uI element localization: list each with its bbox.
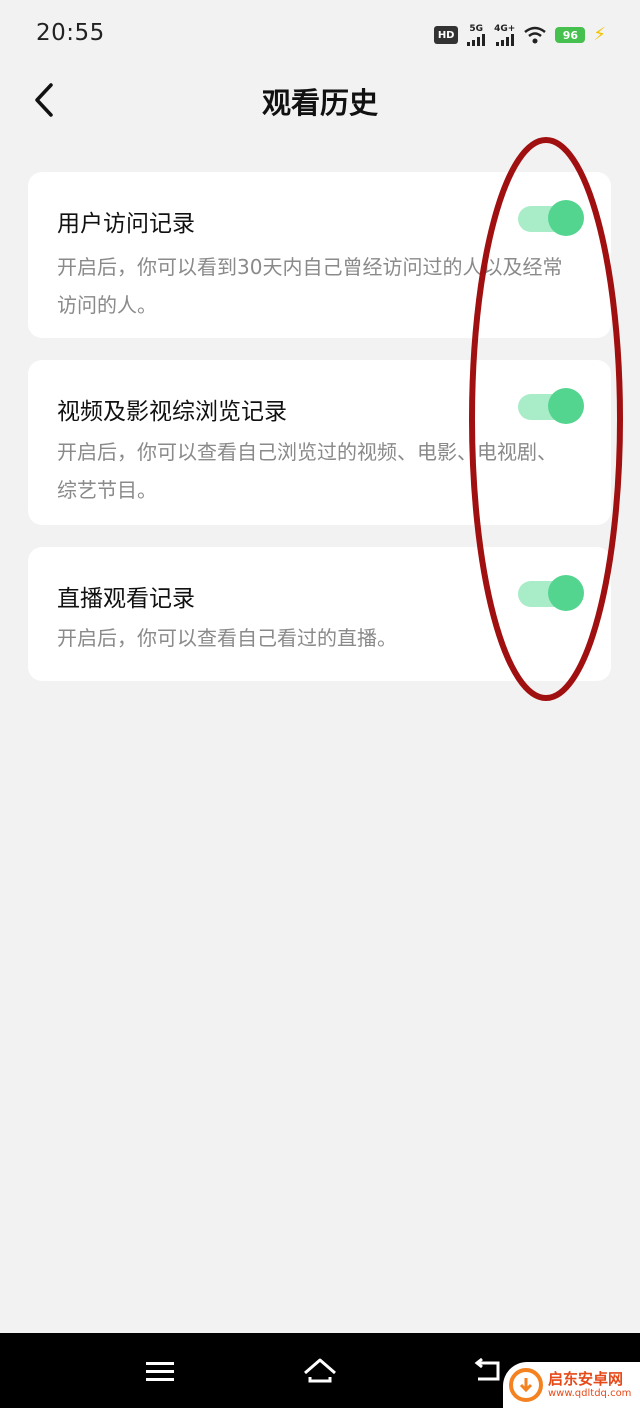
header: 观看历史 <box>0 70 640 130</box>
setting-card-user-visits: 用户访问记录 开启后，你可以看到30天内自己曾经访问过的人以及经常访问的人。 <box>28 172 611 338</box>
setting-title: 用户访问记录 <box>57 211 195 237</box>
toggle-live-history[interactable] <box>518 575 584 611</box>
watermark-name: 启东安卓网 <box>548 1370 624 1388</box>
home-icon <box>304 1358 336 1383</box>
menu-icon <box>146 1362 174 1381</box>
status-icons: HD 5G 4G+ 96 ⚡ <box>434 22 606 48</box>
setting-title: 直播观看记录 <box>57 586 195 612</box>
wifi-icon <box>524 26 547 44</box>
toggle-video-history[interactable] <box>518 388 584 424</box>
hd-icon: HD <box>434 26 459 44</box>
status-bar: 20:55 HD 5G 4G+ 96 ⚡ <box>0 0 640 70</box>
setting-card-live-history: 直播观看记录 开启后，你可以查看自己看过的直播。 <box>28 547 611 681</box>
setting-title: 视频及影视综浏览记录 <box>57 399 287 425</box>
setting-description: 开启后，你可以看到30天内自己曾经访问过的人以及经常访问的人。 <box>57 255 563 317</box>
watermark-arrow-icon <box>519 1378 533 1393</box>
menu-button[interactable] <box>140 1351 180 1391</box>
watermark-logo-icon <box>509 1368 543 1402</box>
signal-4g-icon: 4G+ <box>494 24 515 46</box>
battery-icon: 96 <box>555 27 586 43</box>
signal-5g-icon: 5G <box>466 24 486 46</box>
toggle-user-visits[interactable] <box>518 200 584 236</box>
home-button[interactable] <box>300 1351 340 1391</box>
setting-description: 开启后，你可以查看自己看过的直播。 <box>57 626 397 650</box>
back-icon <box>474 1357 500 1381</box>
setting-description: 开启后，你可以查看自己浏览过的视频、电影、电视剧、综艺节目。 <box>57 440 557 502</box>
signal-bars-icon <box>495 34 514 46</box>
watermark: 启东安卓网 www.qdltdq.com <box>503 1362 640 1408</box>
setting-card-video-history: 视频及影视综浏览记录 开启后，你可以查看自己浏览过的视频、电影、电视剧、综艺节目… <box>28 360 611 525</box>
watermark-url: www.qdltdq.com <box>548 1388 632 1399</box>
signal-bars-icon <box>467 34 486 46</box>
toggle-knob <box>548 388 584 424</box>
toggle-knob <box>548 575 584 611</box>
page-title: 观看历史 <box>261 86 378 120</box>
status-time: 20:55 <box>36 20 105 46</box>
toggle-knob <box>548 200 584 236</box>
charging-icon: ⚡ <box>593 24 606 45</box>
watermark-text: 启东安卓网 www.qdltdq.com <box>548 1370 631 1400</box>
back-nav-button[interactable] <box>468 1351 508 1391</box>
